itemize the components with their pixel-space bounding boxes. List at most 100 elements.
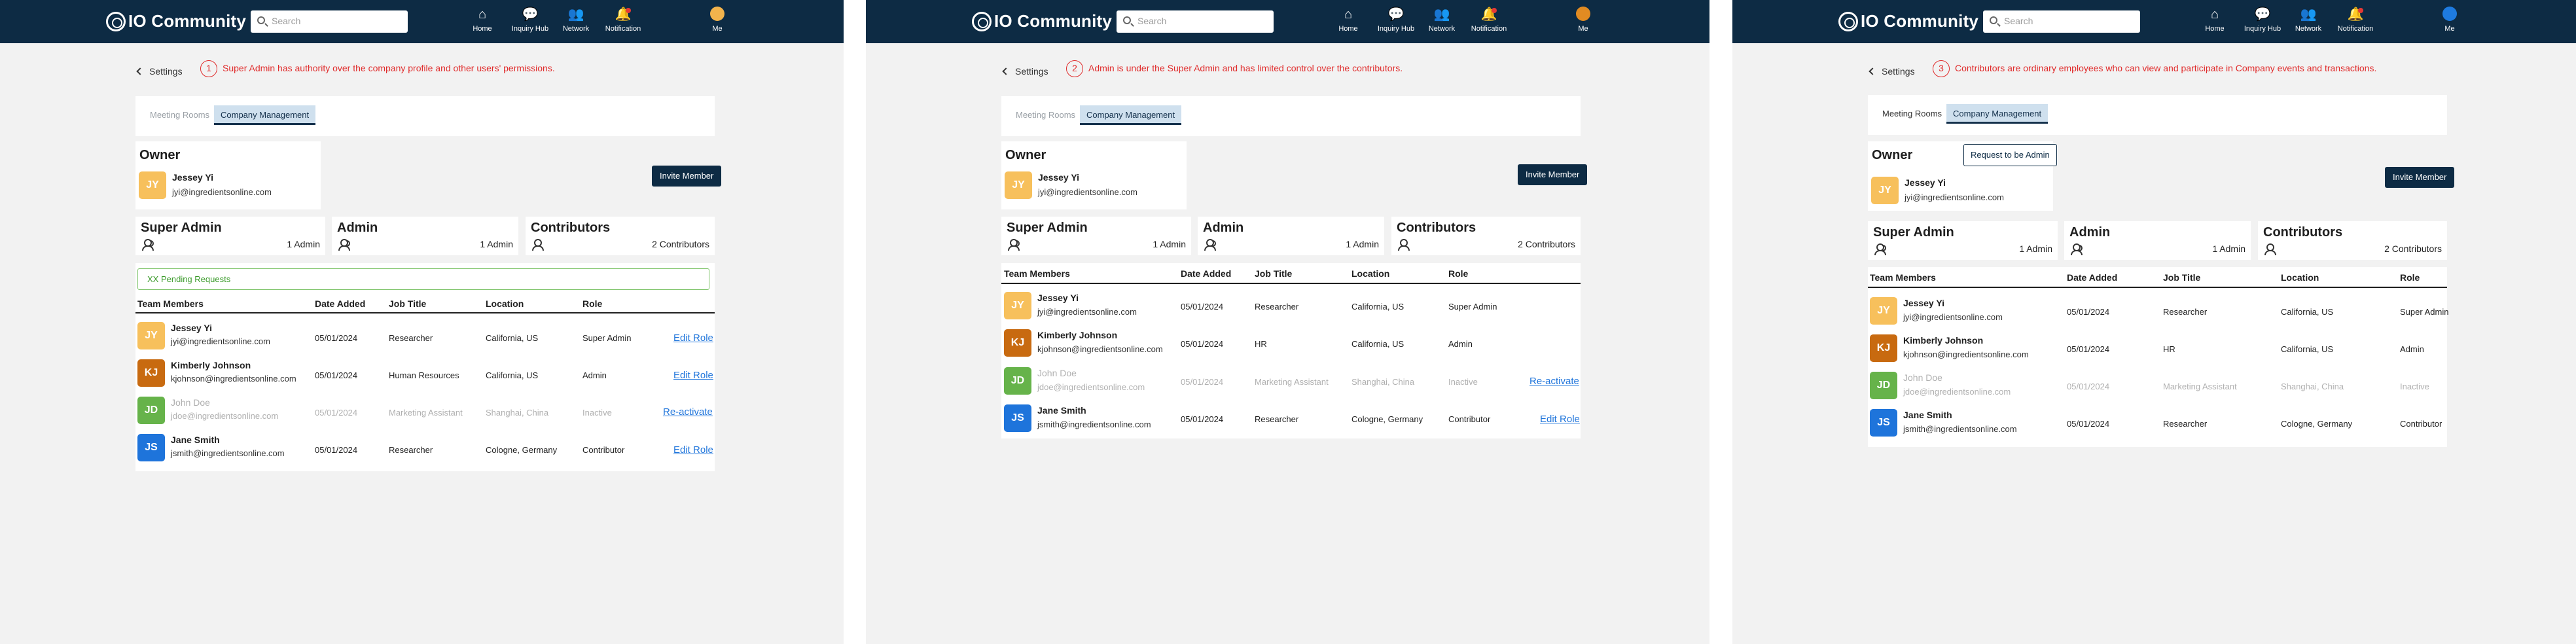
back-to-settings[interactable]: Settings (1002, 66, 1048, 77)
member-name: Jane Smith (1037, 405, 1086, 416)
member-name: Jane Smith (171, 435, 220, 445)
nav-inquiry-hub[interactable]: 💬 Inquiry Hub (1370, 7, 1422, 33)
stat-title: Admin (337, 221, 378, 235)
nav-network[interactable]: 👥 Network (1416, 7, 1468, 33)
edit-role-link[interactable]: Edit Role (1540, 414, 1580, 425)
header-divider (1868, 287, 2447, 288)
nav-label: Me (712, 25, 723, 33)
search-placeholder: Search (272, 16, 301, 26)
col-team-members: Team Members (1004, 268, 1070, 279)
edit-role-link[interactable]: Edit Role (673, 332, 713, 344)
reactivate-link[interactable]: Re-activate (663, 406, 713, 418)
role: Super Admin (2400, 307, 2449, 317)
tab-meeting-rooms[interactable]: Meeting Rooms (1876, 104, 1948, 124)
search-input[interactable]: Search (1983, 10, 2140, 33)
nav-me[interactable]: Me (2424, 7, 2476, 33)
search-input[interactable]: Search (251, 10, 408, 33)
date-added: 05/01/2024 (1181, 339, 1224, 349)
nav-notification[interactable]: 🔔 Notification (1463, 7, 1515, 33)
notification-dot (626, 8, 631, 13)
member-email: jyi@ingredientsonline.com (1037, 307, 1137, 317)
owner-title: Owner (139, 148, 181, 162)
role: Admin (582, 370, 607, 380)
step-number: 2 (1066, 60, 1083, 77)
col-date-added: Date Added (1181, 268, 1232, 279)
contributors-stat: Contributors 2 Contributors (2258, 221, 2447, 260)
request-admin-button[interactable]: Request to be Admin (1963, 144, 2057, 166)
date-added: 05/01/2024 (315, 445, 358, 455)
brand-logo[interactable]: IO Community (106, 11, 246, 31)
notification-dot (1492, 8, 1497, 13)
nav-me[interactable]: Me (691, 7, 743, 33)
nav-home[interactable]: ⌂ Home (456, 7, 509, 33)
home-icon: ⌂ (1344, 7, 1353, 22)
home-icon: ⌂ (2210, 7, 2219, 22)
col-team-members: Team Members (137, 298, 204, 309)
col-role: Role (2400, 272, 2420, 283)
stat-title: Admin (1203, 221, 1244, 235)
col-location: Location (1351, 268, 1390, 279)
back-to-settings[interactable]: Settings (1869, 66, 1915, 77)
contributors-stat: Contributors 2 Contributors (526, 217, 715, 255)
tab-meeting-rooms[interactable]: Meeting Rooms (143, 105, 216, 125)
nav-home[interactable]: ⌂ Home (1322, 7, 1374, 33)
pending-requests-banner[interactable]: XX Pending Requests (137, 268, 709, 290)
brand-name: IO Community (994, 11, 1113, 31)
nav-label: Inquiry Hub (1377, 25, 1415, 33)
owner-card: Owner JY Jessey Yi jyi@ingredientsonline… (1868, 141, 2057, 211)
search-placeholder: Search (1137, 16, 1167, 26)
member-email: kjohnson@ingredientsonline.com (1903, 349, 2029, 359)
location: Cologne, Germany (1351, 414, 1423, 424)
location: California, US (486, 333, 539, 343)
edit-role-link[interactable]: Edit Role (673, 370, 713, 381)
col-location: Location (486, 298, 524, 309)
role: Inactive (1448, 377, 1478, 387)
nav-label: Me (1578, 25, 1588, 33)
admin-stat: Admin 1 Admin (332, 217, 518, 255)
invite-member-button[interactable]: Invite Member (652, 166, 722, 187)
nav-me[interactable]: Me (1557, 7, 1609, 33)
tab-company-management[interactable]: Company Management (1946, 104, 2048, 124)
reactivate-link[interactable]: Re-activate (1530, 376, 1579, 387)
step-number: 3 (1933, 60, 1950, 77)
panel-admin: IO Community Search ⌂ Home 💬 Inquiry Hub 👥… (866, 0, 1709, 644)
brand-logo[interactable]: IO Community (972, 11, 1112, 31)
tab-bar: Meeting Rooms Company Management (135, 96, 715, 136)
brand-logo[interactable]: IO Community (1838, 11, 1978, 31)
back-label: Settings (149, 66, 183, 77)
nav-home[interactable]: ⌂ Home (2189, 7, 2241, 33)
date-added: 05/01/2024 (1181, 414, 1224, 424)
edit-role-link[interactable]: Edit Role (673, 444, 713, 456)
location: California, US (2281, 344, 2334, 354)
location: California, US (2281, 307, 2334, 317)
invite-member-button[interactable]: Invite Member (1518, 164, 1588, 185)
bell-icon: 🔔 (1480, 7, 1497, 22)
col-date-added: Date Added (2067, 272, 2118, 283)
nav-inquiry-hub[interactable]: 💬 Inquiry Hub (504, 7, 556, 33)
avatar: JS (137, 434, 165, 461)
member-email: jyi@ingredientsonline.com (171, 336, 270, 346)
tab-company-management[interactable]: Company Management (1080, 105, 1182, 125)
owner-card: Owner JY Jessey Yi jyi@ingredientsonline… (1001, 141, 1187, 209)
nav-notification[interactable]: 🔔 Notification (597, 7, 649, 33)
nav-label: Me (2444, 25, 2455, 33)
tab-meeting-rooms[interactable]: Meeting Rooms (1009, 105, 1082, 125)
tab-company-management[interactable]: Company Management (214, 105, 316, 125)
nav-inquiry-hub[interactable]: 💬 Inquiry Hub (2236, 7, 2289, 33)
stat-title: Contributors (531, 221, 611, 235)
nav-network[interactable]: 👥 Network (2282, 7, 2334, 33)
nav-label: Home (2205, 25, 2225, 33)
search-icon (1123, 16, 1131, 24)
back-to-settings[interactable]: Settings (136, 66, 183, 77)
col-job-title: Job Title (1255, 268, 1293, 279)
date-added: 05/01/2024 (1181, 377, 1224, 387)
search-input[interactable]: Search (1117, 10, 1274, 33)
nav-network[interactable]: 👥 Network (550, 7, 602, 33)
location: Shanghai, China (1351, 377, 1415, 387)
member-name: Jessey Yi (1903, 298, 1945, 308)
note-text: Super Admin has authority over the compa… (223, 63, 555, 73)
nav-label: Network (2295, 25, 2322, 33)
avatar: JY (1871, 177, 1899, 204)
invite-member-button[interactable]: Invite Member (2385, 167, 2455, 188)
nav-notification[interactable]: 🔔 Notification (2329, 7, 2382, 33)
